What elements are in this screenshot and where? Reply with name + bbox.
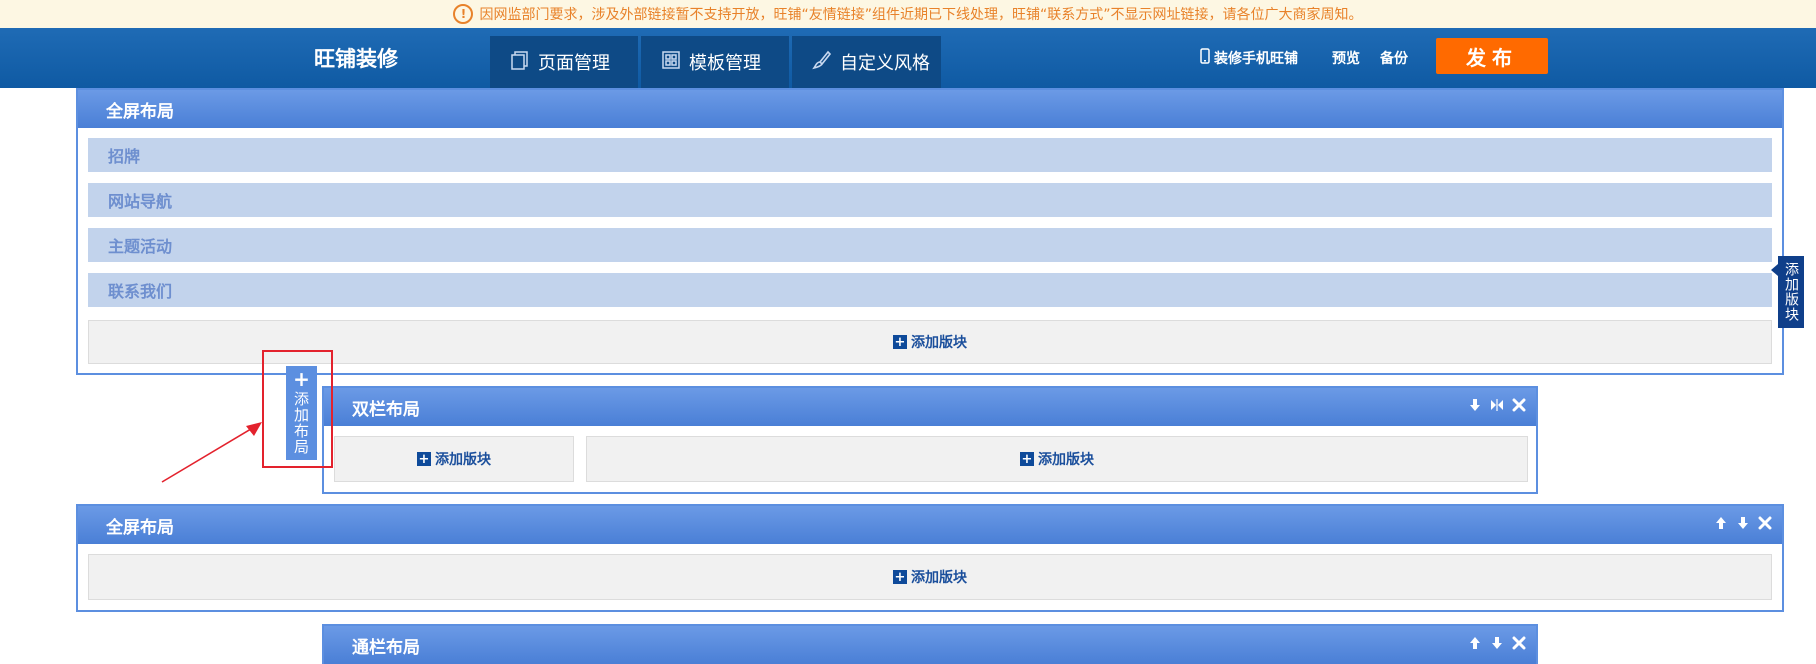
close-icon[interactable] xyxy=(1512,636,1526,650)
brush-icon xyxy=(812,50,832,75)
add-module-label: 添加版块 xyxy=(911,570,967,586)
move-down-icon[interactable] xyxy=(1736,516,1750,530)
layout-title-bar[interactable]: 全屏布局 xyxy=(78,90,1782,128)
layout-banner[interactable]: 通栏布局 xyxy=(322,624,1538,664)
phone-icon xyxy=(1200,48,1210,68)
tab-template-management[interactable]: 模板管理 xyxy=(641,36,789,88)
notice-text: 因网监部门要求，涉及外部链接暂不支持开放，旺铺“友情链接”组件近期已下线处理，旺… xyxy=(479,7,1363,23)
module-row-site-nav[interactable]: 网站导航 xyxy=(88,183,1772,217)
move-up-icon[interactable] xyxy=(1468,636,1482,650)
layout-two-column[interactable]: 双栏布局 + 添加版块 + 添加版块 xyxy=(322,386,1538,494)
move-up-icon[interactable] xyxy=(1714,516,1728,530)
module-row-contact-us[interactable]: 联系我们 xyxy=(88,273,1772,307)
layout-fullscreen-1[interactable]: 全屏布局 招牌 网站导航 主题活动 联系我们 + 添加版块 xyxy=(76,88,1784,375)
add-module-label: 添加版块 xyxy=(435,452,491,468)
layout-title: 全屏布局 xyxy=(106,517,174,538)
move-down-icon[interactable] xyxy=(1490,636,1504,650)
add-module-label: 添加版块 xyxy=(1038,452,1094,468)
close-icon[interactable] xyxy=(1512,398,1526,412)
close-icon[interactable] xyxy=(1758,516,1772,530)
top-header: 旺铺装修 页面管理 模板管理 自定义风格 装修手机旺铺 预览 备份 发布 xyxy=(0,28,1816,88)
layout-tools xyxy=(1468,636,1526,650)
tab-label: 自定义风格 xyxy=(840,53,930,74)
annotation-arrow-icon xyxy=(161,422,262,483)
plus-icon: + xyxy=(1020,451,1034,467)
plus-icon: + xyxy=(893,334,907,350)
brand-title: 旺铺装修 xyxy=(314,47,398,71)
add-module-right-button[interactable]: + 添加版块 xyxy=(586,436,1528,482)
layout-title-bar[interactable]: 双栏布局 xyxy=(324,388,1536,426)
layout-title: 双栏布局 xyxy=(352,399,420,420)
mobile-shop-link[interactable]: 装修手机旺铺 xyxy=(1200,48,1298,68)
publish-button[interactable]: 发布 xyxy=(1436,38,1548,74)
side-add-module-tab[interactable]: 添加版块 xyxy=(1771,256,1804,328)
add-module-left-button[interactable]: + 添加版块 xyxy=(334,436,574,482)
tab-label: 页面管理 xyxy=(538,53,610,74)
pages-icon xyxy=(510,50,530,75)
grid-icon xyxy=(661,50,681,75)
layout-tools xyxy=(1468,398,1526,412)
preview-link[interactable]: 预览 xyxy=(1332,48,1360,68)
backup-link[interactable]: 备份 xyxy=(1380,48,1408,68)
layout-fullscreen-2[interactable]: 全屏布局 + 添加版块 xyxy=(76,504,1784,612)
layout-title: 通栏布局 xyxy=(352,637,420,658)
swap-columns-icon[interactable] xyxy=(1490,398,1504,412)
add-module-button[interactable]: + 添加版块 xyxy=(88,320,1772,364)
module-row-theme-activity[interactable]: 主题活动 xyxy=(88,228,1772,262)
plus-icon: + xyxy=(893,569,907,585)
layout-title-bar[interactable]: 通栏布局 xyxy=(324,626,1536,664)
mobile-shop-label: 装修手机旺铺 xyxy=(1214,51,1298,67)
add-module-button[interactable]: + 添加版块 xyxy=(88,554,1772,600)
move-down-icon[interactable] xyxy=(1468,398,1482,412)
tab-page-management[interactable]: 页面管理 xyxy=(490,36,638,88)
module-row-signboard[interactable]: 招牌 xyxy=(88,138,1772,172)
layout-title: 全屏布局 xyxy=(106,101,174,122)
plus-icon: + xyxy=(417,451,431,467)
layout-title-bar[interactable]: 全屏布局 xyxy=(78,506,1782,544)
layout-tools xyxy=(1714,516,1772,530)
annotation-highlight-box xyxy=(262,350,333,468)
notice-bar: ! 因网监部门要求，涉及外部链接暂不支持开放，旺铺“友情链接”组件近期已下线处理… xyxy=(0,0,1816,28)
tab-custom-style[interactable]: 自定义风格 xyxy=(792,36,941,88)
warning-icon: ! xyxy=(453,4,474,24)
tab-label: 模板管理 xyxy=(689,53,761,74)
add-module-label: 添加版块 xyxy=(911,335,967,351)
